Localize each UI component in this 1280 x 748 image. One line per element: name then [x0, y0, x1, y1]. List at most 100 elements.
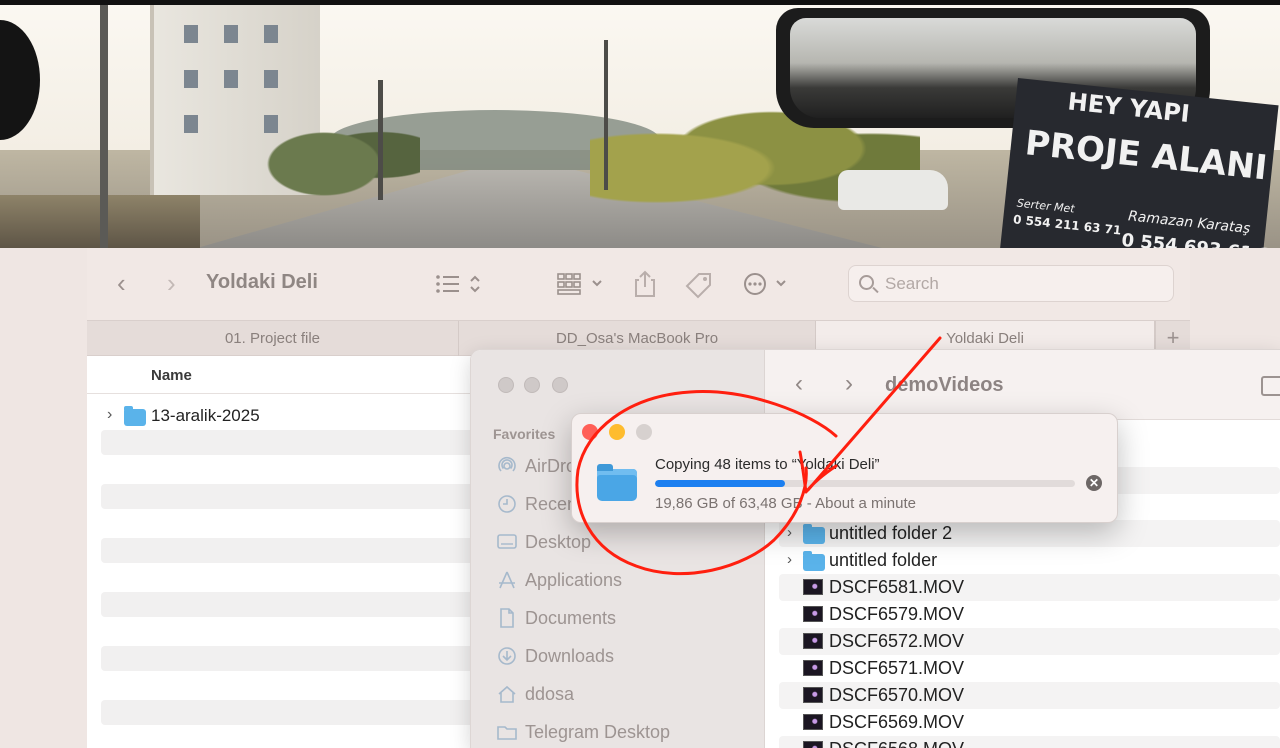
file-name: DSCF6571.MOV	[829, 658, 965, 678]
sign-text: PROJE ALANI	[1023, 123, 1270, 189]
progress-fill	[655, 480, 786, 487]
video-thumbnail-icon	[803, 660, 823, 676]
sidebar-item-label: Downloads	[525, 646, 615, 666]
wallpaper-top-edge	[0, 0, 1280, 5]
close-button[interactable]	[498, 377, 514, 393]
table-row[interactable]: DSCF6581.MOV	[779, 574, 1280, 601]
file-name: DSCF6570.MOV	[829, 685, 965, 705]
chevron-right-icon[interactable]: ›	[787, 524, 792, 541]
folder-icon	[497, 722, 517, 742]
minimize-button[interactable]	[609, 424, 625, 440]
video-thumbnail-icon	[803, 579, 823, 595]
file-name: untitled folder	[829, 550, 938, 570]
close-button[interactable]	[582, 424, 598, 440]
wallpaper-pole	[604, 40, 608, 190]
empty-row	[101, 430, 481, 455]
zoom-button[interactable]	[552, 377, 568, 393]
finder-toolbar: ‹ › Yoldaki Deli	[87, 248, 1190, 320]
favorites-heading: Favorites	[493, 426, 556, 442]
finder-toolbar: ‹ › demoVideos	[765, 350, 1280, 420]
back-icon[interactable]: ‹	[117, 270, 126, 296]
video-thumbnail-icon	[803, 714, 823, 730]
video-thumbnail-icon	[803, 687, 823, 703]
file-name: DSCF6581.MOV	[829, 577, 965, 597]
copy-progress-dialog: Copying 48 items to “Yoldaki Deli” 19,86…	[571, 413, 1118, 523]
finder-window-demovideos: Favorites AirDrop Recents Desktop Applic…	[471, 350, 1280, 748]
search-input[interactable]	[885, 272, 1165, 296]
empty-row	[101, 538, 481, 563]
sidebar-item-label: ddosa	[525, 684, 575, 704]
home-icon	[497, 684, 517, 704]
search-field[interactable]	[848, 265, 1174, 302]
chevron-right-icon[interactable]: ›	[107, 406, 112, 424]
window-title: Yoldaki Deli	[206, 271, 318, 293]
table-row[interactable]: DSCF6568.MOV	[779, 736, 1280, 748]
wallpaper-car	[838, 170, 948, 210]
group-icon[interactable]	[557, 272, 605, 300]
empty-row	[101, 646, 481, 671]
folder-icon	[124, 406, 146, 426]
table-row[interactable]: DSCF6579.MOV	[779, 601, 1280, 628]
sign-text: 0 554 211 63 71	[1012, 212, 1122, 238]
minimize-button[interactable]	[524, 377, 540, 393]
back-icon[interactable]: ‹	[795, 370, 803, 398]
sidebar-item-label: Desktop	[525, 532, 592, 552]
zoom-button	[636, 424, 652, 440]
table-row[interactable]: DSCF6570.MOV	[779, 682, 1280, 709]
download-icon	[497, 646, 517, 666]
folder-icon	[803, 551, 825, 571]
table-row[interactable]: › untitled folder 2	[779, 520, 1280, 547]
tag-icon[interactable]	[685, 272, 713, 304]
file-browser: ‹ › demoVideos › untitled folder 2 › unt…	[765, 350, 1280, 748]
stop-copy-button[interactable]: ✕	[1086, 475, 1102, 491]
wallpaper-trees	[260, 110, 420, 200]
folder-icon	[803, 524, 825, 544]
grid-view-icon[interactable]	[1261, 376, 1280, 396]
folder-icon	[597, 464, 637, 501]
document-icon	[497, 608, 517, 628]
empty-row	[101, 592, 481, 617]
more-actions-icon[interactable]	[743, 272, 791, 300]
list-view-icon[interactable]	[435, 272, 483, 300]
tab-project-file[interactable]: 01. Project file	[87, 321, 459, 356]
file-name: DSCF6579.MOV	[829, 604, 965, 624]
file-name: DSCF6568.MOV	[829, 739, 964, 748]
sidebar-item-label: Telegram Desktop	[525, 722, 671, 742]
wallpaper-pole	[378, 80, 383, 200]
wallpaper-pole	[100, 0, 108, 248]
airdrop-icon	[497, 456, 517, 476]
construction-sign: HEY YAPI PROJE ALANI Serter Met 0 554 21…	[997, 78, 1280, 248]
video-thumbnail-icon	[803, 741, 823, 748]
forward-icon[interactable]: ›	[167, 270, 176, 296]
copy-message: Copying 48 items to “Yoldaki Deli”	[655, 456, 880, 473]
table-row[interactable]: › untitled folder	[779, 547, 1280, 574]
table-row[interactable]: DSCF6571.MOV	[779, 655, 1280, 682]
desktop-wallpaper: HEY YAPI PROJE ALANI Serter Met 0 554 21…	[0, 0, 1280, 248]
forward-icon[interactable]: ›	[845, 370, 853, 398]
desktop-icon	[497, 532, 517, 552]
sign-text: HEY YAPI	[1066, 87, 1192, 129]
video-thumbnail-icon	[803, 633, 823, 649]
sign-text: 0 554 693 61 18	[1121, 230, 1280, 248]
sidebar: Favorites AirDrop Recents Desktop Applic…	[471, 350, 765, 748]
file-name: DSCF6572.MOV	[829, 631, 965, 651]
file-name: untitled folder 2	[829, 523, 953, 543]
empty-row	[101, 700, 481, 725]
applications-icon	[497, 570, 517, 590]
name-column-label: Name	[151, 367, 192, 384]
search-icon	[859, 275, 874, 290]
copy-progress-bar	[655, 480, 1075, 487]
clock-icon	[497, 494, 517, 514]
sidebar-item-label: Applications	[525, 570, 623, 590]
file-name: DSCF6569.MOV	[829, 712, 965, 732]
chevron-right-icon[interactable]: ›	[787, 551, 792, 568]
file-name: 13-aralik-2025	[151, 406, 260, 425]
table-row[interactable]: DSCF6569.MOV	[779, 709, 1280, 736]
table-row[interactable]: DSCF6572.MOV	[779, 628, 1280, 655]
share-icon[interactable]	[633, 270, 657, 302]
window-title: demoVideos	[885, 374, 1004, 396]
copy-status: 19,86 GB of 63,48 GB - About a minute	[655, 495, 916, 512]
video-thumbnail-icon	[803, 606, 823, 622]
sidebar-item-label: Documents	[525, 608, 617, 628]
empty-row	[101, 484, 481, 509]
